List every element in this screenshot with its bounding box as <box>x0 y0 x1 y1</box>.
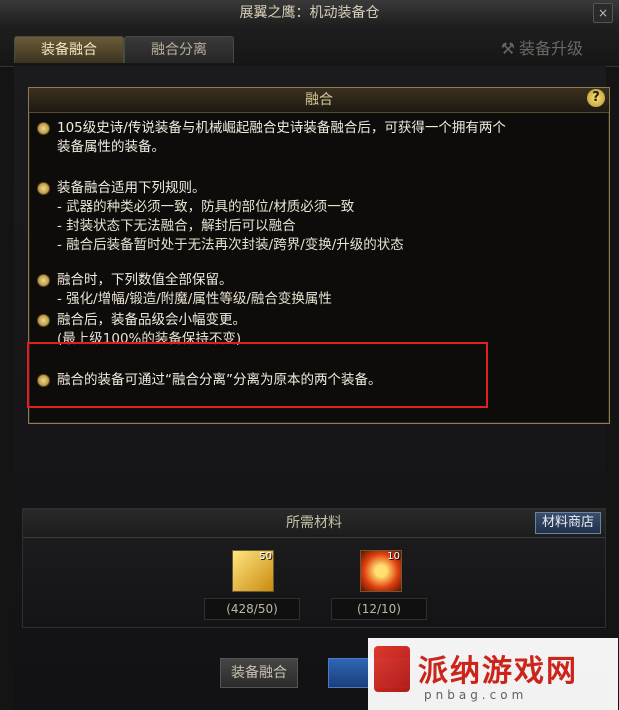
rule-line: 融合时，下列数值全部保留。 <box>57 272 233 288</box>
watermark-logo-icon <box>374 646 410 692</box>
close-button[interactable]: × <box>593 3 613 23</box>
material-count: 10 <box>387 551 400 562</box>
tab-bar: 装备融合 融合分离 ⚒ 装备升级 <box>0 26 619 67</box>
tab-equipment-fusion[interactable]: 装备融合 <box>14 36 124 63</box>
materials-title: 所需材料 <box>286 515 342 531</box>
window-titlebar: 展翼之鹰：机动装备仓 × <box>0 0 619 27</box>
bullet-icon <box>37 274 50 287</box>
rule-item: 装备融合适用下列规则。 - 武器的种类必须一致，防具的部位/材质必须一致 - 封… <box>37 179 601 255</box>
watermark: 派纳游戏网 pnbag.com <box>368 638 618 710</box>
rule-line: - 武器的种类必须一致，防具的部位/材质必须一致 <box>57 199 355 215</box>
material-quantity: (428/50) <box>204 598 300 620</box>
tab-fusion-separation[interactable]: 融合分离 <box>124 36 234 63</box>
materials-header: 所需材料 材料商店 <box>23 509 605 538</box>
window-title: 展翼之鹰：机动装备仓 <box>239 5 380 21</box>
help-icon[interactable]: ? <box>587 89 605 107</box>
material-count: 50 <box>259 551 272 562</box>
gold-ticket-icon[interactable]: 50 <box>232 550 274 592</box>
watermark-text: 派纳游戏网 <box>418 654 578 689</box>
rule-line: 装备融合适用下列规则。 <box>57 180 206 196</box>
materials-section: 所需材料 材料商店 <box>22 508 606 628</box>
rule-line: 105级史诗/传说装备与机械崛起融合史诗装备融合后，可获得一个拥有两个 <box>57 120 506 136</box>
fire-orb-icon[interactable]: 10 <box>360 550 402 592</box>
equipment-fusion-button[interactable]: 装备融合 <box>220 658 298 688</box>
rule-item: 105级史诗/传说装备与机械崛起融合史诗装备融合后，可获得一个拥有两个 装备属性… <box>37 119 601 157</box>
equipment-upgrade-tab[interactable]: ⚒ 装备升级 <box>501 36 583 62</box>
rule-line: - 强化/增幅/锻造/附魔/属性等级/融合变换属性 <box>57 291 332 307</box>
material-shop-button[interactable]: 材料商店 <box>534 512 601 534</box>
equipment-upgrade-label: 装备升级 <box>518 39 583 58</box>
rule-line: 装备属性的装备。 <box>57 139 165 155</box>
panel-title: 融合 <box>305 92 333 108</box>
highlight-box <box>27 342 488 408</box>
rule-line: - 融合后装备暂时处于无法再次封装/跨界/变换/升级的状态 <box>57 237 404 253</box>
bullet-icon <box>37 182 50 195</box>
rule-line: 融合后，装备品级会小幅变更。 <box>57 312 246 328</box>
bullet-icon <box>37 122 50 135</box>
wrench-icon: ⚒ <box>500 39 515 58</box>
rule-line: - 封装状态下无法融合，解封后可以融合 <box>57 218 296 234</box>
watermark-subtext: pnbag.com <box>424 688 528 702</box>
material-quantity: (12/10) <box>331 598 427 620</box>
panel-header: 融合 <box>29 88 609 113</box>
rule-item: 融合时，下列数值全部保留。 - 强化/增幅/锻造/附魔/属性等级/融合变换属性 <box>37 271 601 309</box>
bullet-icon <box>37 314 50 327</box>
